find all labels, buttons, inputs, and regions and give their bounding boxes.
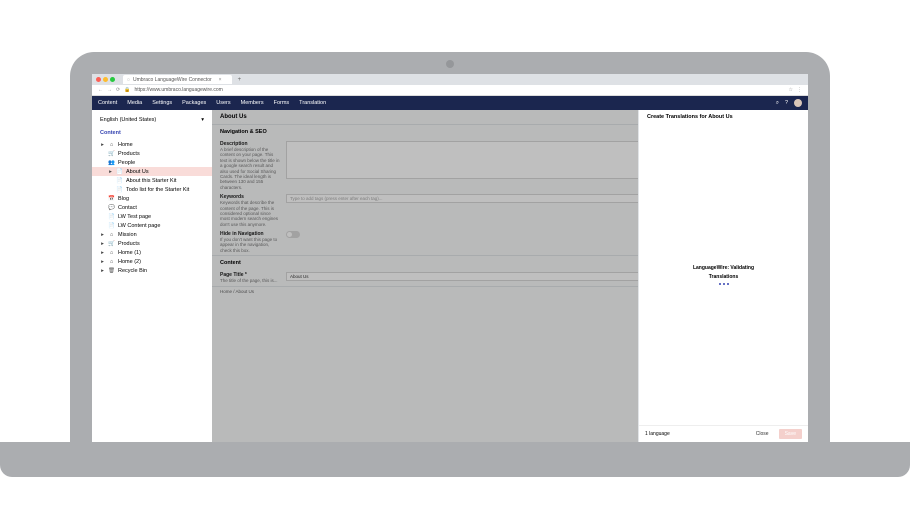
- new-tab-button[interactable]: +: [238, 77, 242, 83]
- status-line-1: LanguageWire: Validating: [693, 265, 754, 271]
- content-tree: ▸⌂Home 🛒Products 👥People ▸📄About Us 📄Abo…: [92, 140, 212, 275]
- language-label: English (United States): [100, 117, 156, 123]
- save-button[interactable]: Save: [779, 429, 802, 439]
- tree-content-page[interactable]: 📄LW Content page: [92, 221, 212, 230]
- browser-window: ◌ Umbraco LanguageWire Connector × + ← →…: [92, 74, 808, 442]
- laptop-base: [0, 442, 910, 477]
- tree-about-kit[interactable]: 📄About this Starter Kit: [92, 176, 212, 185]
- workspace: English (United States) ▾ Content ▸⌂Home…: [92, 110, 808, 442]
- status-line-2: Translations: [709, 274, 738, 280]
- chevron-down-icon: ▾: [201, 117, 204, 123]
- reload-icon[interactable]: ⟳: [116, 87, 120, 93]
- nav-translation[interactable]: Translation: [299, 100, 326, 106]
- footer-info: 1 language: [645, 431, 750, 437]
- nav-members[interactable]: Members: [241, 100, 264, 106]
- tree-home-2[interactable]: ▸⌂Home (2): [92, 257, 212, 266]
- tree-test-page[interactable]: 📄LW Test page: [92, 212, 212, 221]
- tree-home[interactable]: ▸⌂Home: [92, 140, 212, 149]
- tree-products[interactable]: 🛒Products: [92, 149, 212, 158]
- browser-tab[interactable]: ◌ Umbraco LanguageWire Connector ×: [123, 75, 232, 84]
- browser-address-bar: ← → ⟳ 🔒 https://www.umbraco.languagewire…: [92, 85, 808, 96]
- tree-recycle-bin[interactable]: ▸🗑Recycle Bin: [92, 266, 212, 275]
- panel-heading: Create Translations for About Us: [639, 110, 808, 124]
- tree-about-us[interactable]: ▸📄About Us: [92, 167, 212, 176]
- app-top-nav: Content Media Settings Packages Users Me…: [92, 96, 808, 110]
- nav-packages[interactable]: Packages: [182, 100, 206, 106]
- loading-dots-icon: [719, 283, 729, 285]
- tab-title: Umbraco LanguageWire Connector: [133, 77, 212, 83]
- nav-content[interactable]: Content: [98, 100, 117, 106]
- tree-blog[interactable]: 📅Blog: [92, 194, 212, 203]
- tree-products-root[interactable]: ▸🛒Products: [92, 239, 212, 248]
- nav-media[interactable]: Media: [127, 100, 142, 106]
- url-text[interactable]: https://www.umbraco.languagewire.com: [134, 87, 222, 93]
- nav-users[interactable]: Users: [216, 100, 230, 106]
- panel-footer: 1 language Close Save: [639, 425, 808, 442]
- tree-people[interactable]: 👥People: [92, 158, 212, 167]
- nav-forms[interactable]: Forms: [274, 100, 290, 106]
- close-icon[interactable]: ×: [219, 77, 222, 83]
- help-icon[interactable]: ?: [785, 100, 788, 106]
- browser-tabstrip: ◌ Umbraco LanguageWire Connector × +: [92, 74, 808, 85]
- star-icon[interactable]: ☆: [789, 87, 793, 93]
- menu-icon[interactable]: ⋮: [797, 87, 802, 93]
- translation-panel: Create Translations for About Us Languag…: [638, 110, 808, 442]
- content-heading: Content: [92, 126, 212, 140]
- lock-icon: 🔒: [124, 87, 130, 93]
- forward-icon[interactable]: →: [107, 87, 112, 93]
- avatar[interactable]: [794, 99, 802, 107]
- close-button[interactable]: Close: [750, 429, 775, 439]
- panel-body: LanguageWire: Validating Translations: [639, 124, 808, 425]
- language-selector[interactable]: English (United States) ▾: [92, 114, 212, 126]
- tab-favicon: ◌: [127, 77, 130, 83]
- laptop-frame: ◌ Umbraco LanguageWire Connector × + ← →…: [70, 52, 830, 442]
- search-icon[interactable]: ⌕: [776, 100, 779, 107]
- back-icon[interactable]: ←: [98, 87, 103, 93]
- tree-mission[interactable]: ▸⌂Mission: [92, 230, 212, 239]
- camera-dot: [446, 60, 454, 68]
- window-controls[interactable]: [96, 77, 115, 82]
- nav-settings[interactable]: Settings: [152, 100, 172, 106]
- tree-todo-kit[interactable]: 📄Todo list for the Starter Kit: [92, 185, 212, 194]
- tree-contact[interactable]: 💬Contact: [92, 203, 212, 212]
- sidebar: English (United States) ▾ Content ▸⌂Home…: [92, 110, 212, 442]
- tree-home-1[interactable]: ▸⌂Home (1): [92, 248, 212, 257]
